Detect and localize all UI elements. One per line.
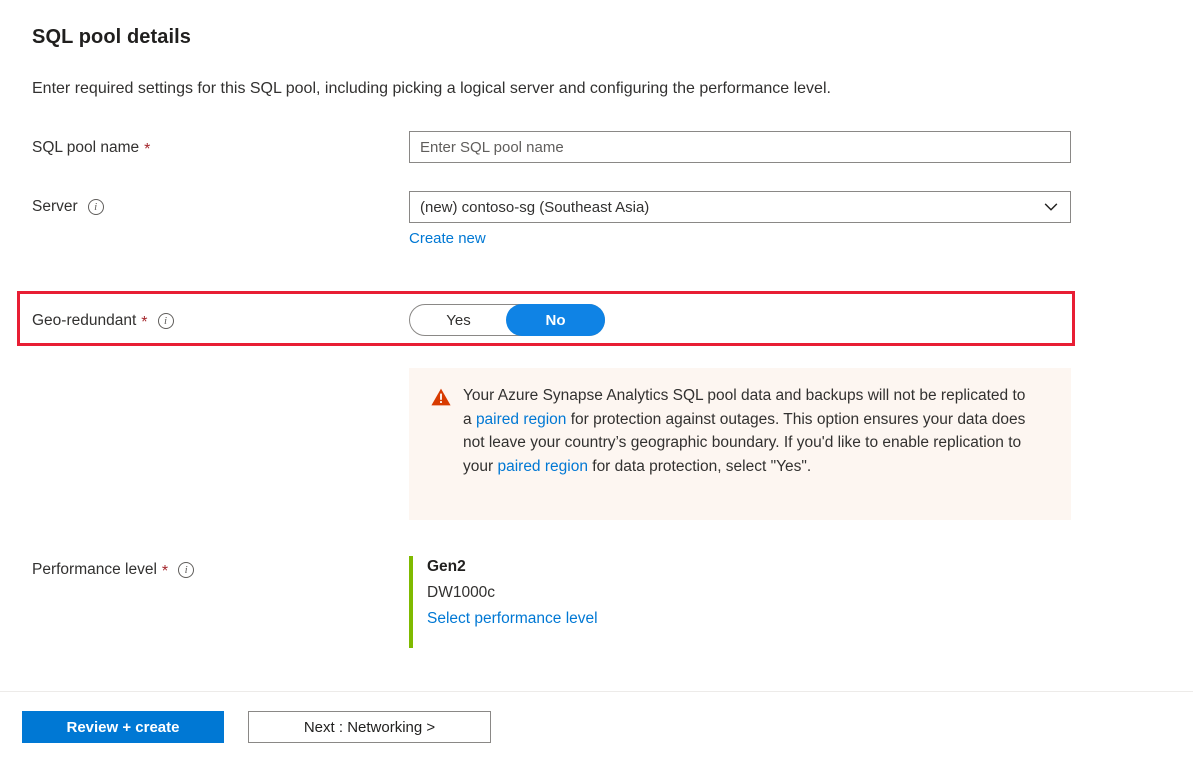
- warning-text-part3: for data protection, select "Yes".: [588, 458, 811, 475]
- geo-redundant-label-text: Geo-redundant: [32, 312, 136, 330]
- server-label-text: Server: [32, 198, 78, 216]
- server-dropdown-value: (new) contoso-sg (Southeast Asia): [420, 199, 1042, 216]
- required-asterisk: *: [144, 142, 150, 158]
- info-icon[interactable]: i: [88, 199, 104, 215]
- performance-level-card: Gen2 DW1000c Select performance level: [409, 556, 598, 648]
- performance-generation: Gen2: [427, 556, 598, 578]
- warning-message: Your Azure Synapse Analytics SQL pool da…: [463, 384, 1033, 504]
- info-icon[interactable]: i: [158, 313, 174, 329]
- create-new-server-link[interactable]: Create new: [409, 230, 486, 247]
- sql-pool-details-page: SQL pool details Enter required settings…: [0, 0, 1193, 760]
- chevron-down-icon: [1042, 198, 1060, 216]
- server-label: Server i: [32, 198, 104, 216]
- footer-divider: [0, 691, 1193, 692]
- paired-region-link-2[interactable]: paired region: [497, 458, 587, 475]
- geo-redundant-warning-box: Your Azure Synapse Analytics SQL pool da…: [409, 368, 1071, 520]
- required-asterisk: *: [162, 564, 168, 580]
- sql-pool-name-label-text: SQL pool name: [32, 139, 139, 157]
- sql-pool-name-input[interactable]: [409, 131, 1071, 163]
- performance-dwu: DW1000c: [427, 582, 598, 604]
- required-asterisk: *: [141, 315, 147, 331]
- performance-level-label-text: Performance level: [32, 561, 157, 579]
- toggle-option-yes[interactable]: Yes: [410, 305, 507, 335]
- geo-redundant-label: Geo-redundant * i: [32, 312, 174, 330]
- page-title: SQL pool details: [32, 26, 191, 49]
- paired-region-link-1[interactable]: paired region: [476, 411, 566, 428]
- toggle-option-no[interactable]: No: [507, 305, 604, 335]
- next-networking-button[interactable]: Next : Networking >: [248, 711, 491, 743]
- warning-triangle-icon: [431, 387, 451, 407]
- performance-level-label: Performance level * i: [32, 561, 194, 579]
- server-dropdown[interactable]: (new) contoso-sg (Southeast Asia): [409, 191, 1071, 223]
- info-icon[interactable]: i: [178, 562, 194, 578]
- select-performance-level-link[interactable]: Select performance level: [427, 610, 598, 628]
- sql-pool-name-label: SQL pool name *: [32, 139, 150, 157]
- review-create-button[interactable]: Review + create: [22, 711, 224, 743]
- geo-redundant-toggle[interactable]: Yes No: [409, 304, 605, 336]
- page-description: Enter required settings for this SQL poo…: [32, 80, 831, 98]
